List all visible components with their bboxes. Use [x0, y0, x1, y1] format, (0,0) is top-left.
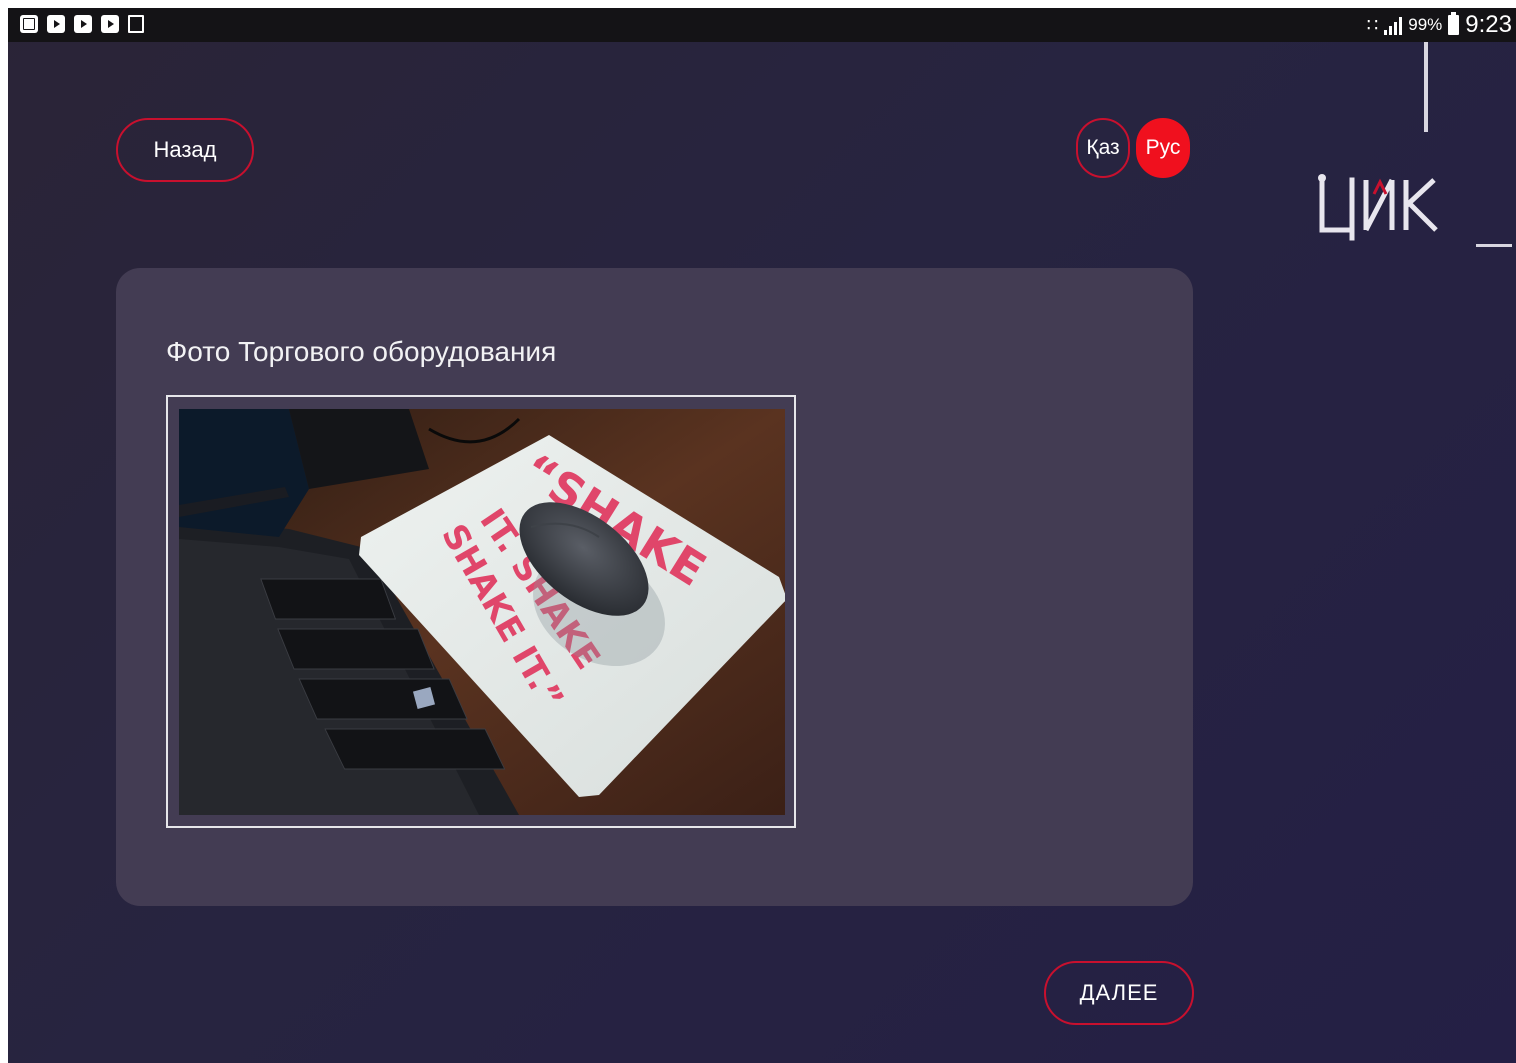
picture-notification-icon	[20, 15, 38, 33]
notification-icons	[20, 15, 144, 33]
wifi-icon: ∷	[1366, 15, 1379, 35]
logo-decor-line	[1424, 42, 1428, 132]
card-title: Фото Торгового оборудования	[166, 336, 557, 367]
clock: 9:23	[1465, 11, 1512, 38]
status-bar: ∷ 99% 9:23	[8, 8, 1516, 42]
battery-icon	[1448, 12, 1460, 35]
next-button[interactable]: ДАЛЕЕ	[1044, 961, 1194, 1025]
equipment-photo[interactable]: “SHAKE IT. SHAKE SHAKE IT.”	[179, 409, 785, 815]
signal-icon	[1384, 15, 1403, 35]
photo-card: Фото Торгового оборудования “SHAKE IT. S…	[116, 268, 1193, 906]
youtube-icon	[47, 15, 65, 33]
youtube-icon	[74, 15, 92, 33]
company-logo	[1318, 174, 1438, 241]
status-indicators: ∷ 99% 9:23	[1367, 10, 1512, 40]
youtube-icon	[101, 15, 119, 33]
battery-percent: 99%	[1408, 15, 1443, 34]
doc-notification-icon	[128, 15, 144, 33]
logo-decor-line	[1476, 244, 1512, 247]
app-screen: ∷ 99% 9:23 Назад Қаз Рус Фото Торгового …	[8, 8, 1516, 1063]
language-kaz-button[interactable]: Қаз	[1076, 118, 1130, 178]
language-rus-button[interactable]: Рус	[1136, 118, 1190, 178]
photo-illustration: “SHAKE IT. SHAKE SHAKE IT.”	[179, 409, 785, 815]
photo-frame[interactable]: “SHAKE IT. SHAKE SHAKE IT.”	[166, 395, 796, 828]
back-button[interactable]: Назад	[116, 118, 254, 182]
